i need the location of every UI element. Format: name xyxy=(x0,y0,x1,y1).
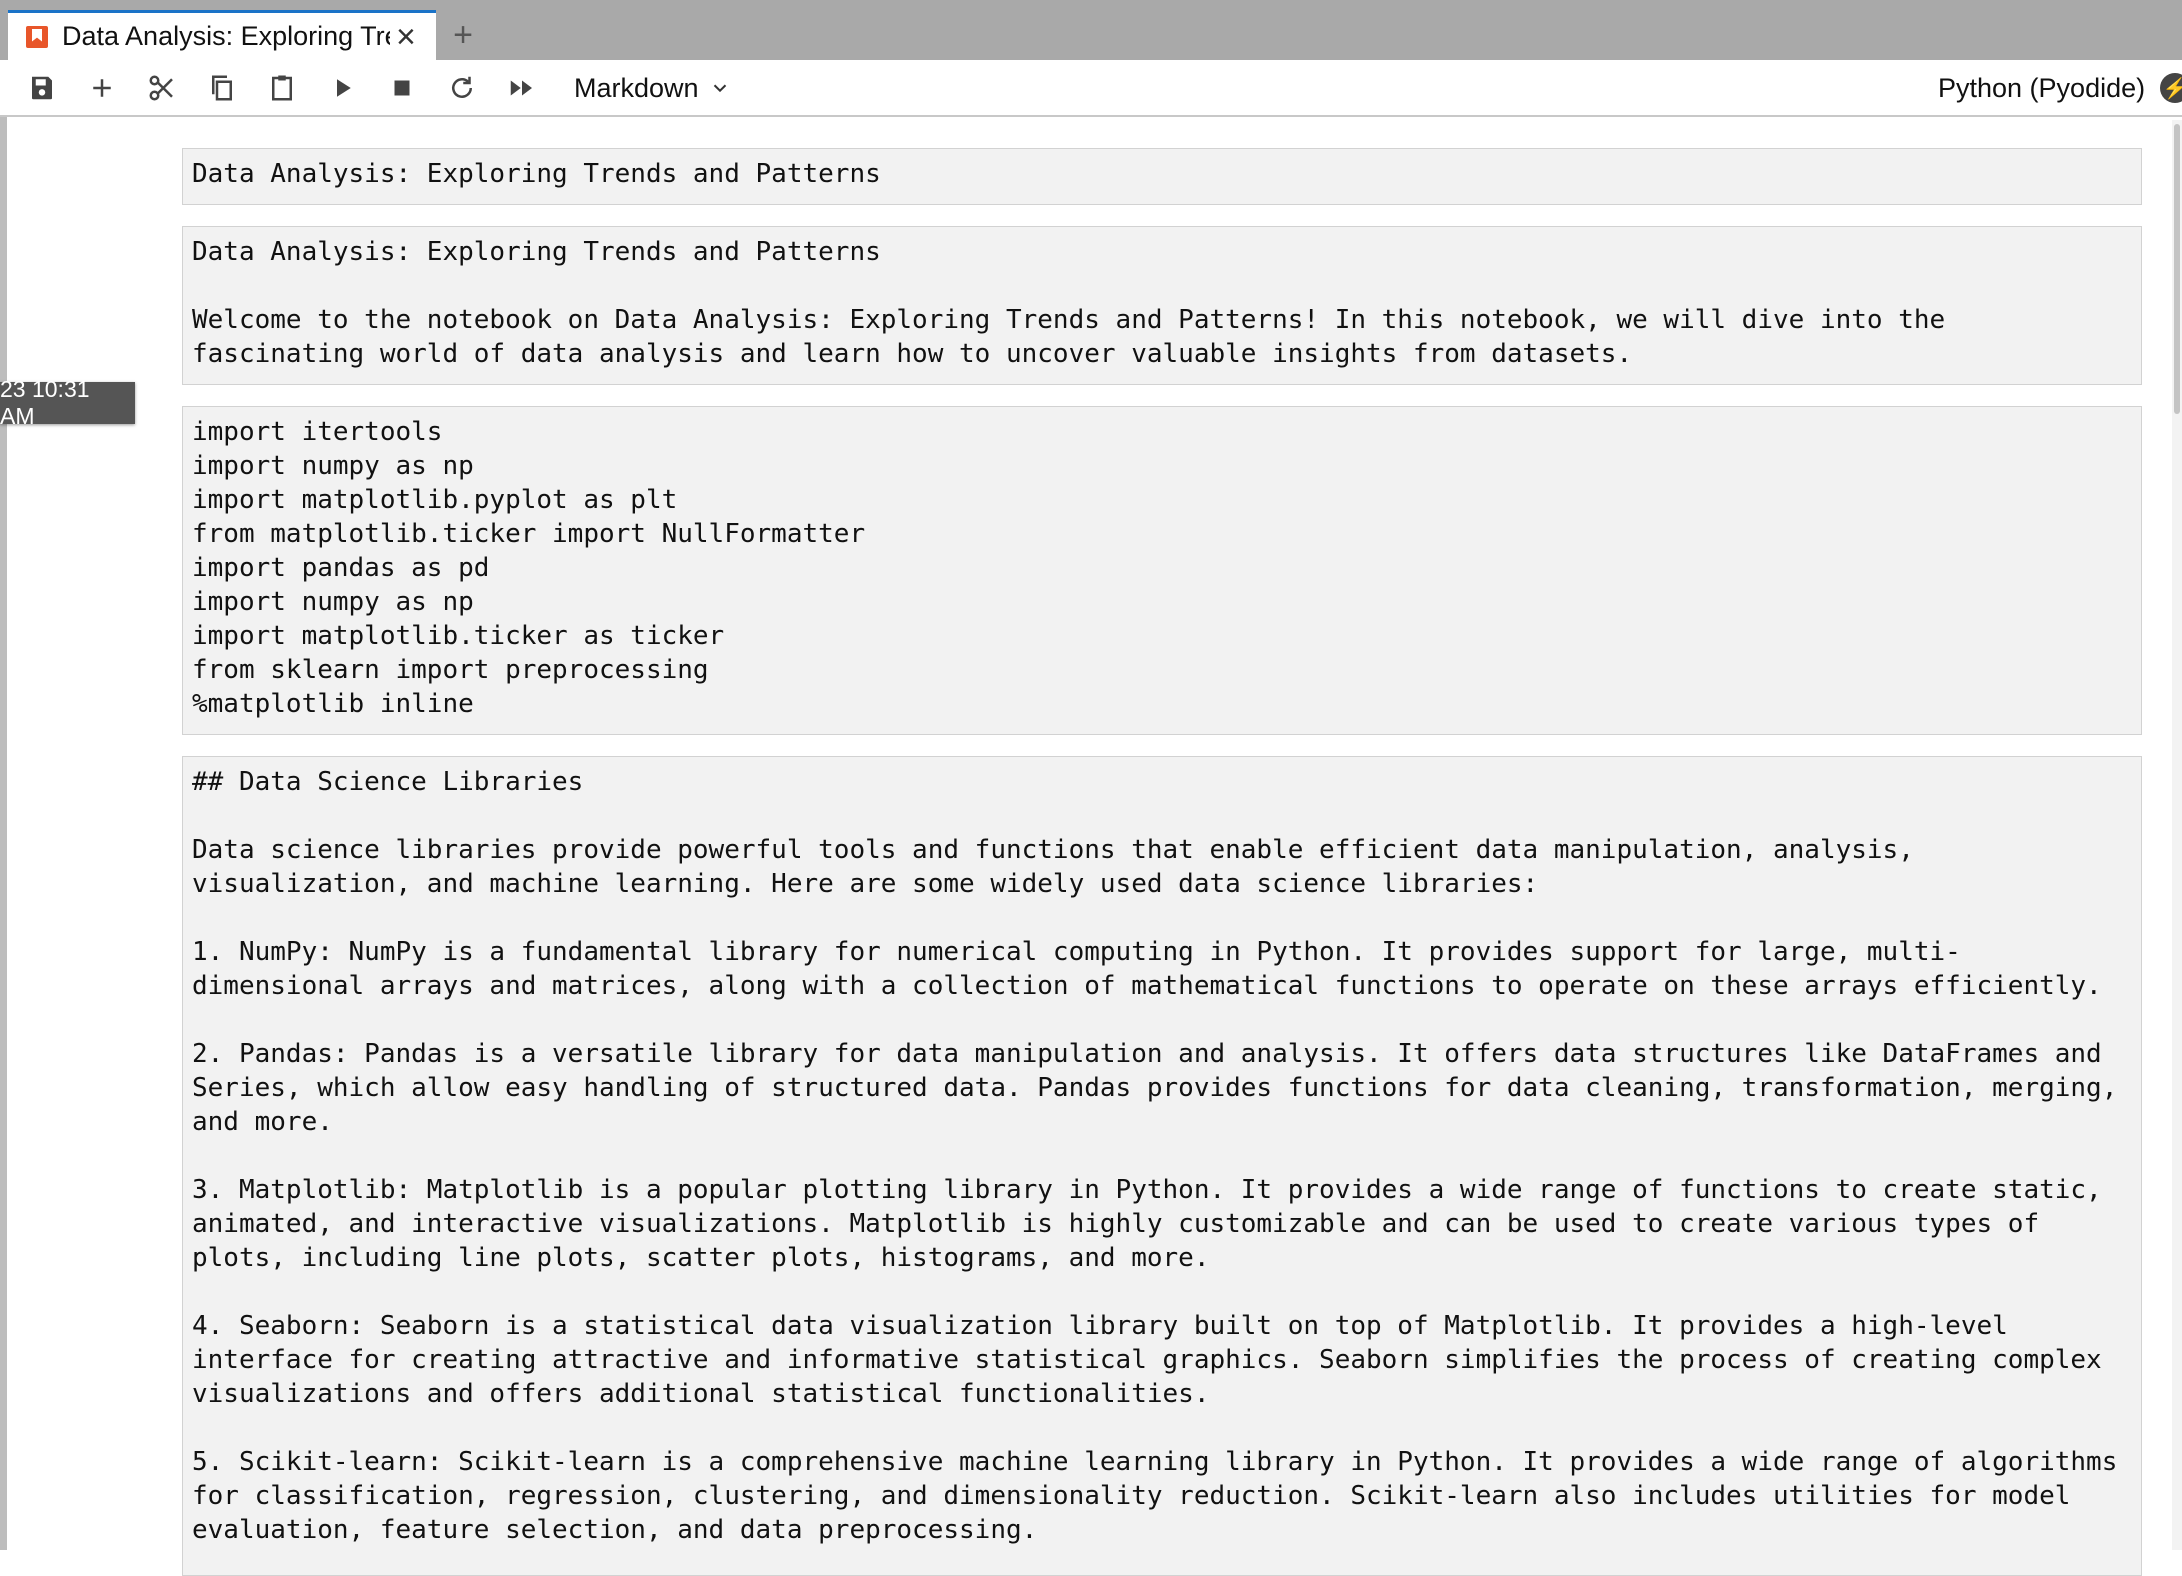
add-tab-button[interactable]: + xyxy=(438,12,488,58)
tab-title: Data Analysis: Exploring Trends and Patt… xyxy=(62,21,390,51)
cell-type-label: Markdown xyxy=(574,72,699,103)
notebook-tab[interactable]: Data Analysis: Exploring Trends and Patt… xyxy=(8,10,436,60)
stop-icon[interactable] xyxy=(382,70,422,106)
plus-icon[interactable] xyxy=(82,70,122,106)
timestamp-tooltip: 23 10:31 AM xyxy=(0,376,135,429)
left-border xyxy=(0,117,7,1550)
cell-content: Data Analysis: Exploring Trends and Patt… xyxy=(192,237,1946,369)
notebook-toolbar: Markdown Python (Pyodide) xyxy=(0,60,2182,117)
markdown-cell[interactable]: ## Data Science Libraries Data science l… xyxy=(182,756,2142,1576)
tab-bar: Data Analysis: Exploring Trends and Patt… xyxy=(0,0,2182,60)
paste-icon[interactable] xyxy=(262,70,302,106)
cell-type-dropdown[interactable]: Markdown xyxy=(574,70,731,106)
cell-content: ## Data Science Libraries Data science l… xyxy=(192,767,2118,1545)
save-icon[interactable] xyxy=(22,70,62,106)
code-cell[interactable]: import itertools import numpy as np impo… xyxy=(182,406,2142,735)
notebook-cell[interactable]: Data Analysis: Exploring Trends and Patt… xyxy=(182,148,2142,205)
scrollbar-thumb[interactable] xyxy=(2174,124,2180,414)
copy-icon[interactable] xyxy=(202,70,242,106)
chevron-down-icon xyxy=(713,84,726,93)
kernel-name[interactable]: Python (Pyodide) xyxy=(1938,70,2145,106)
cell-content: Data Analysis: Exploring Trends and Patt… xyxy=(192,159,881,189)
run-all-icon[interactable] xyxy=(502,70,542,106)
close-icon[interactable]: × xyxy=(396,20,416,54)
run-icon[interactable] xyxy=(322,70,362,106)
notebook-cell[interactable]: Data Analysis: Exploring Trends and Patt… xyxy=(182,226,2142,385)
cell-content: import itertools import numpy as np impo… xyxy=(192,417,866,719)
restart-icon[interactable] xyxy=(442,70,482,106)
kernel-status-icon: ⚡ xyxy=(2160,73,2182,103)
notebook-icon xyxy=(26,25,48,48)
cut-icon[interactable] xyxy=(142,70,182,106)
